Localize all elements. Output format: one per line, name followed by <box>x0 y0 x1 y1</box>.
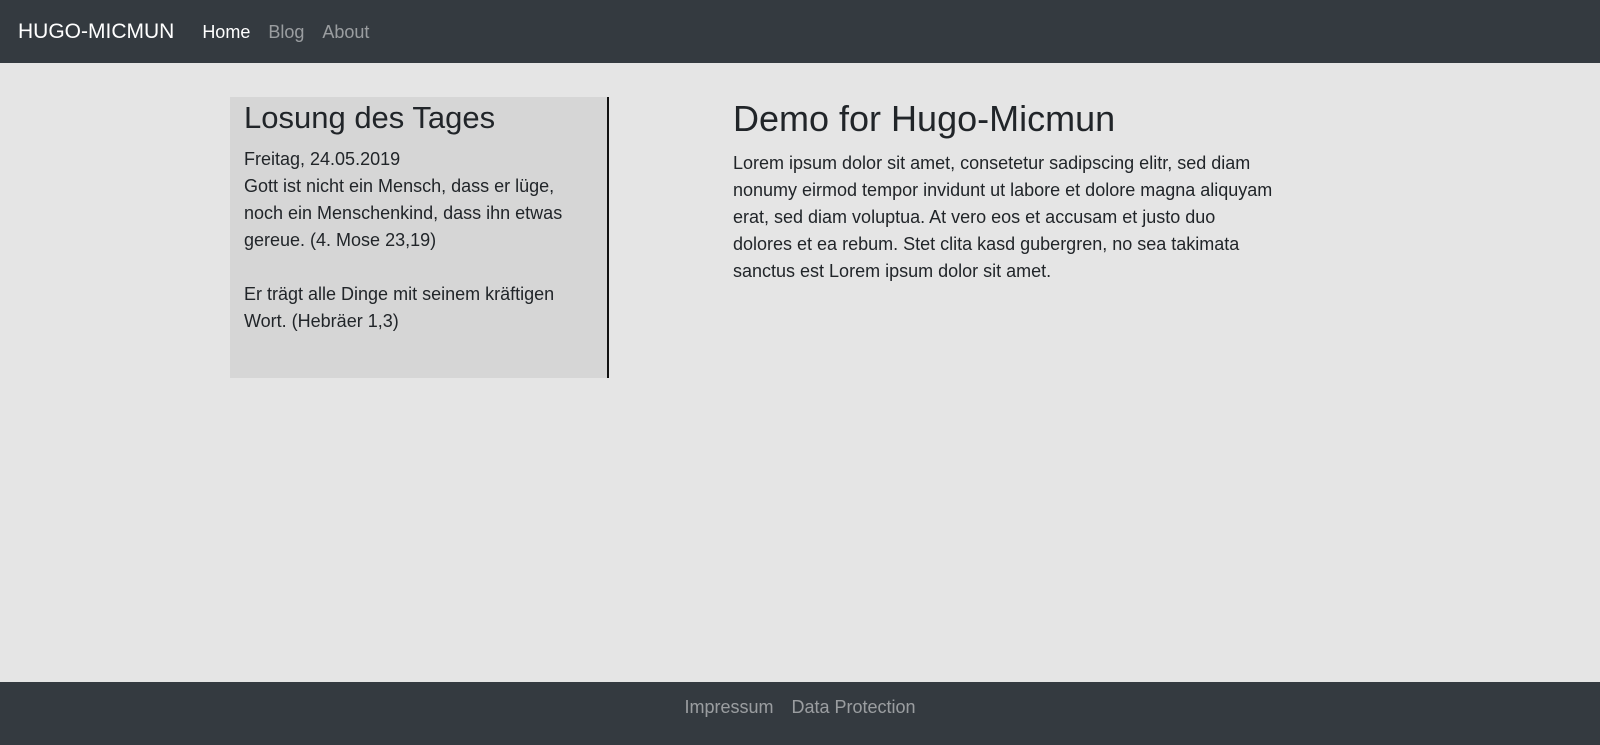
footer-link-data-protection[interactable]: Data Protection <box>791 697 915 718</box>
verse-spacer <box>244 254 593 281</box>
footer-link-impressum[interactable]: Impressum <box>684 697 773 718</box>
navbar: HUGO-MICMUN Home Blog About <box>0 0 1600 63</box>
nav-item-blog[interactable]: Blog <box>268 23 304 41</box>
losung-title: Losung des Tages <box>244 100 496 135</box>
page-body-text: Lorem ipsum dolor sit amet, consetetur s… <box>733 153 1273 282</box>
losung-date: Freitag, 24.05.2019 <box>244 149 401 170</box>
losung-verse-2: Er trägt alle Dinge mit seinem kräftigen… <box>244 284 555 332</box>
losung-verse-1: Gott ist nicht ein Mensch, dass er lüge,… <box>244 176 563 251</box>
main-content: Demo for Hugo-Micmun Lorem ipsum dolor s… <box>733 97 1273 285</box>
footer: Impressum Data Protection <box>0 682 1600 745</box>
page-title: Demo for Hugo-Micmun <box>733 98 1116 139</box>
nav-item-home[interactable]: Home <box>202 23 250 41</box>
brand-link[interactable]: HUGO-MICMUN <box>18 21 174 42</box>
losung-panel: Losung des Tages Freitag, 24.05.2019 Got… <box>230 97 609 378</box>
nav-item-about[interactable]: About <box>322 23 369 41</box>
